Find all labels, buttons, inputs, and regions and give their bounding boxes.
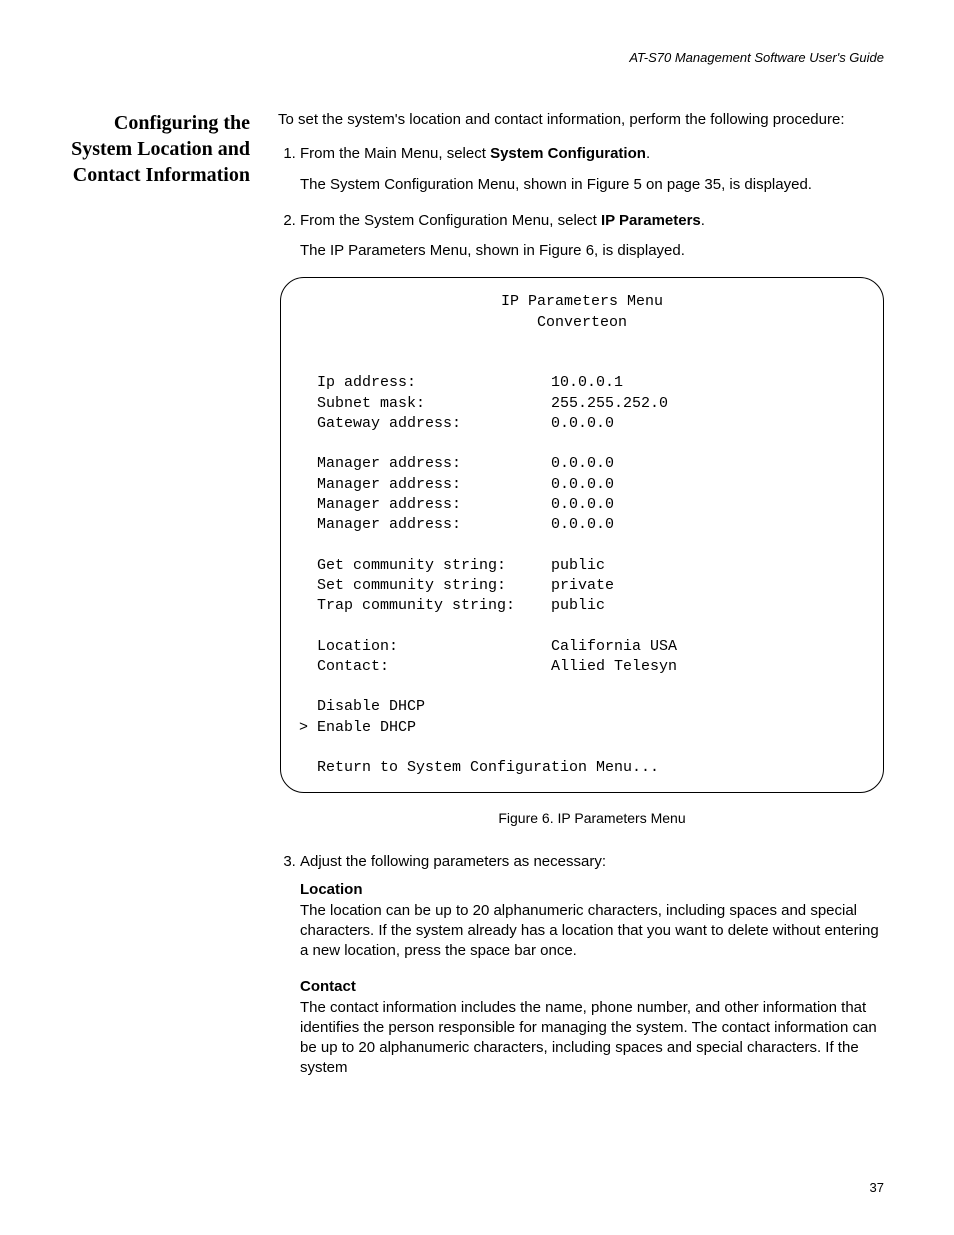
step-1-post: . [646,145,650,162]
step-2: From the System Configuration Menu, sele… [300,211,884,828]
param-contact-body: The contact information includes the nam… [300,998,884,1079]
step-1-detail: The System Configuration Menu, shown in … [300,175,884,195]
figure-caption: Figure 6. IP Parameters Menu [300,809,884,828]
param-location: Location The location can be up to 20 al… [300,880,884,961]
step-3-text: Adjust the following parameters as neces… [300,853,606,870]
param-contact-title: Contact [300,977,884,997]
terminal-title-1: IP Parameters Menu [299,292,865,312]
terminal-title-2: Converteon [299,313,865,333]
terminal-rows: Ip address: 10.0.0.1 Subnet mask: 255.25… [299,353,865,677]
step-1-pre: From the Main Menu, select [300,145,490,162]
step-2-post: . [701,212,705,229]
return-line: Return to System Configuration Menu... [299,758,865,778]
step-2-detail: The IP Parameters Menu, shown in Figure … [300,241,884,261]
step-1-bold: System Configuration [490,145,646,162]
intro-text: To set the system's location and contact… [278,110,884,130]
param-contact: Contact The contact information includes… [300,977,884,1078]
dhcp-disable-line: Disable DHCP [299,697,865,717]
step-1: From the Main Menu, select System Config… [300,144,884,195]
terminal-menu: IP Parameters MenuConverteon Ip address:… [280,277,884,793]
dhcp-enable-line: > Enable DHCP [299,718,865,738]
page-header: AT-S70 Management Software User's Guide [70,50,884,65]
page-number: 37 [870,1180,884,1195]
step-3: Adjust the following parameters as neces… [300,852,884,1079]
body-column: To set the system's location and contact… [278,110,884,1095]
param-location-title: Location [300,880,884,900]
param-location-body: The location can be up to 20 alphanumeri… [300,901,884,962]
section-heading: Configuring the System Location and Cont… [70,110,250,1095]
step-2-pre: From the System Configuration Menu, sele… [300,212,601,229]
step-2-bold: IP Parameters [601,212,701,229]
